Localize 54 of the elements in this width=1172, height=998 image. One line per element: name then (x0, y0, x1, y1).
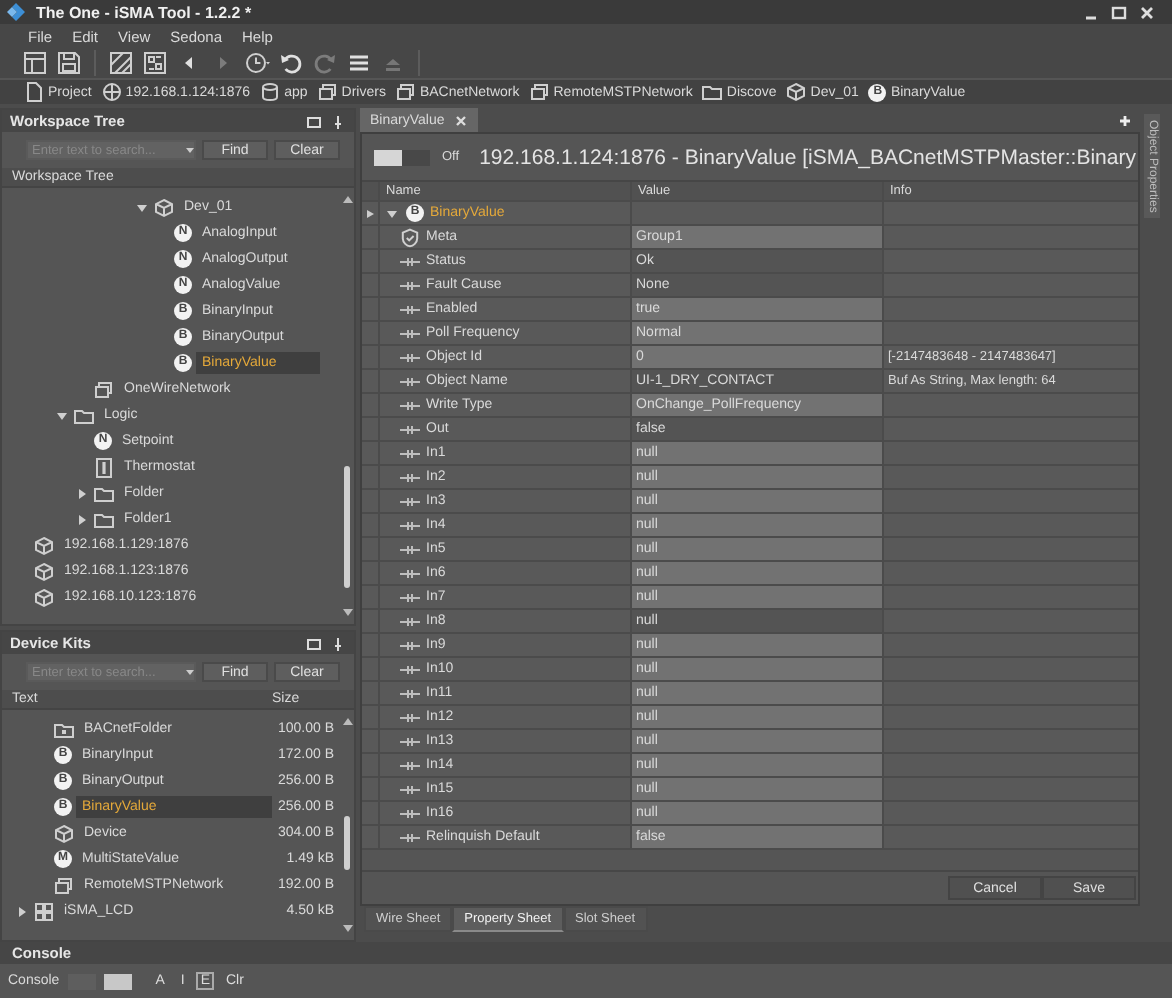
hatched-square-icon[interactable] (108, 50, 134, 76)
cube-icon (54, 823, 74, 843)
windows-icon (94, 379, 114, 399)
list-icon[interactable] (346, 50, 372, 76)
scrollbar-thumb[interactable] (344, 466, 350, 588)
app-logo-icon (6, 2, 26, 22)
maximize-icon[interactable] (1110, 3, 1128, 21)
globe-icon (101, 82, 122, 102)
windows-icon (395, 82, 416, 102)
chip-icon[interactable] (142, 50, 168, 76)
caret-icon[interactable] (74, 485, 90, 501)
windows-icon (317, 82, 338, 102)
pin-icon[interactable] (330, 635, 346, 651)
undo-icon[interactable] (278, 50, 304, 76)
caret-icon[interactable] (74, 511, 90, 527)
cube-icon (34, 561, 54, 581)
layout-icon[interactable] (22, 50, 48, 76)
windows-icon (54, 875, 74, 895)
save-icon[interactable] (56, 50, 82, 76)
cube-icon (34, 535, 54, 555)
close-icon[interactable] (1138, 3, 1156, 21)
pin-icon[interactable] (330, 113, 346, 129)
caret-icon[interactable] (54, 407, 70, 423)
dropdown-caret-icon[interactable] (184, 666, 196, 678)
history-icon[interactable] (244, 50, 270, 76)
scroll-up-icon[interactable] (341, 194, 353, 204)
scroll-down-icon[interactable] (341, 607, 353, 618)
grid-icon (34, 901, 54, 921)
shield-icon (400, 227, 420, 247)
scroll-up-icon[interactable] (341, 716, 354, 726)
scroll-down-icon[interactable] (341, 924, 354, 934)
cube-icon (154, 197, 174, 217)
thermostat-icon (94, 457, 114, 477)
caret-icon[interactable] (134, 199, 150, 215)
object-heading: 192.168.1.124:1876 - BinaryValue [iSMA_BACnetMSTPMaster::Binary (479, 145, 1136, 169)
cube-icon (786, 82, 807, 102)
cube-icon (34, 587, 54, 607)
toggle-switch[interactable] (374, 149, 430, 165)
scrollbar-thumb[interactable] (344, 816, 351, 870)
windows-icon (529, 82, 550, 102)
add-icon[interactable] (1118, 113, 1132, 127)
caret-icon[interactable] (14, 903, 30, 919)
input-field[interactable] (103, 973, 132, 989)
restore-icon[interactable] (306, 635, 322, 651)
close-icon[interactable] (454, 113, 469, 127)
row-marker-icon (364, 207, 376, 219)
folder-icon (702, 82, 723, 102)
window-title: The One - iSMA Tool - 1.2.2 * (36, 3, 252, 21)
dropdown-caret-icon[interactable] (184, 144, 196, 156)
database-icon (260, 82, 281, 102)
folder-icon (74, 405, 94, 425)
folder-icon (54, 719, 74, 739)
page-icon (24, 82, 44, 102)
restore-icon[interactable] (306, 113, 322, 129)
